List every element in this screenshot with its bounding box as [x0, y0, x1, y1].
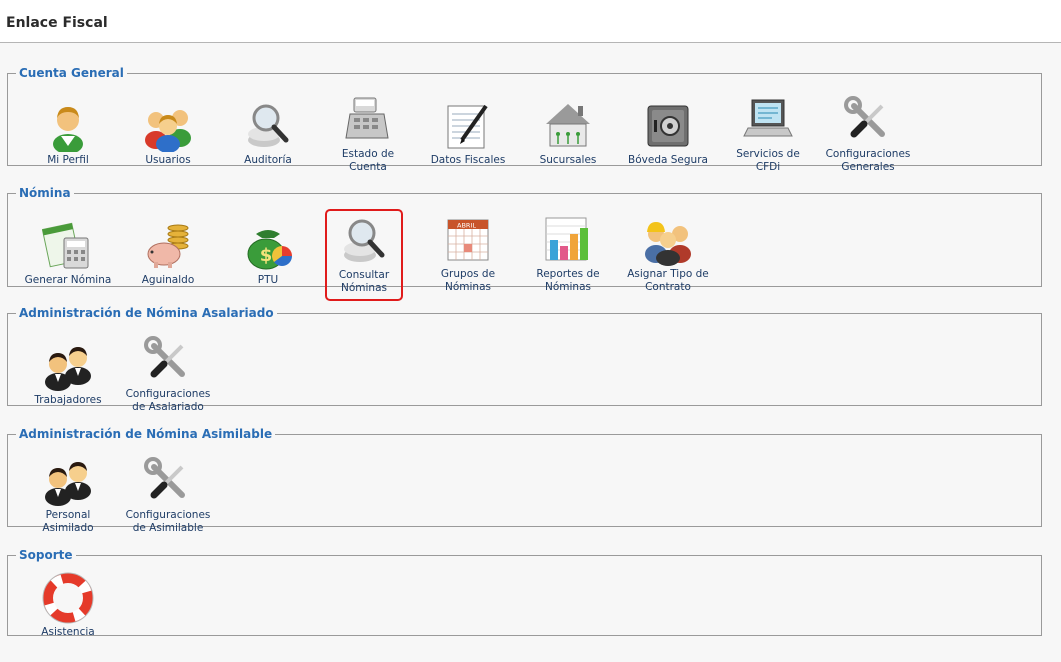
item-label: Grupos de Nóminas	[440, 268, 496, 293]
asistencia-button[interactable]: Asistencia	[23, 572, 113, 639]
item-label: Servicios de CFDi	[736, 148, 800, 173]
item-label: Asistencia	[41, 626, 95, 638]
configuraciones-de-asalariado-button[interactable]: Configuraciones de Asalariado	[123, 334, 213, 414]
calendar-month: ABRIL	[457, 222, 476, 230]
item-label: Datos Fiscales	[430, 154, 506, 166]
piggy-bank-icon	[147, 224, 189, 268]
magnifier-icon	[344, 219, 385, 262]
svg-text:$: $	[260, 245, 273, 266]
generar-nomina-button[interactable]: Generar Nómina	[23, 220, 113, 287]
lifebuoy-icon	[42, 572, 94, 624]
item-label: Usuarios	[145, 154, 191, 166]
datos-fiscales-button[interactable]: Datos Fiscales	[423, 100, 513, 167]
bar-chart-icon	[545, 217, 588, 261]
tools-icon	[144, 457, 185, 499]
calendar-icon: ABRIL	[447, 219, 489, 261]
item-label: Auditoría	[244, 154, 292, 166]
item-label: Mi Perfil	[47, 154, 89, 166]
section-nomina-asimilable: Administración de Nómina Asimilable Pers…	[7, 427, 1042, 534]
section-legend: Soporte	[19, 548, 73, 562]
auditoria-button[interactable]: Auditoría	[223, 100, 313, 167]
configuraciones-de-asimilable-button[interactable]: Configuraciones de Asimilable	[123, 455, 213, 535]
spreadsheet-calculator-icon	[42, 222, 89, 269]
tools-icon	[844, 96, 885, 138]
servicios-de-cfdi-button[interactable]: Servicios de CFDi	[723, 94, 813, 174]
section-legend: Administración de Nómina Asalariado	[19, 306, 274, 320]
user-icon	[53, 107, 83, 152]
page-header: Enlace Fiscal	[0, 0, 1061, 43]
item-label: Aguinaldo	[141, 274, 195, 286]
item-label: Generar Nómina	[24, 274, 112, 286]
section-cuenta-general: Cuenta General Mi Perfil Usuarios Audito…	[7, 66, 1042, 173]
item-label: Configuraciones de Asimilable	[125, 509, 211, 534]
aguinaldo-button[interactable]: Aguinaldo	[123, 220, 213, 287]
item-label: Configuraciones Generales	[825, 148, 911, 173]
page-title: Enlace Fiscal	[6, 15, 108, 31]
users-icon	[145, 110, 191, 152]
personal-asimilado-button[interactable]: Personal Asimilado	[23, 455, 113, 535]
laptop-icon	[743, 99, 793, 137]
document-pen-icon	[447, 104, 488, 149]
item-label: Trabajadores	[34, 394, 102, 406]
grupos-de-nominas-button[interactable]: ABRIL Grupos de Nóminas	[423, 214, 513, 294]
section-legend: Cuenta General	[19, 66, 124, 80]
workers-icon	[645, 222, 691, 266]
section-nomina-asalariado: Administración de Nómina Asalariado Trab…	[7, 306, 1042, 413]
ptu-button[interactable]: $ PTU	[223, 220, 313, 287]
asignar-tipo-de-contrato-button[interactable]: Asignar Tipo de Contrato	[623, 214, 713, 294]
people-icon	[45, 347, 91, 391]
tools-icon	[144, 336, 185, 378]
estado-de-cuenta-button[interactable]: Estado de Cuenta	[323, 94, 413, 174]
sucursales-button[interactable]: Sucursales	[523, 100, 613, 167]
consultar-nominas-button[interactable]: Consultar Nóminas	[325, 209, 403, 301]
section-legend: Nómina	[19, 186, 71, 200]
money-bag-icon: $	[247, 230, 292, 270]
boveda-segura-button[interactable]: Bóveda Segura	[623, 100, 713, 167]
reportes-de-nominas-button[interactable]: Reportes de Nóminas	[523, 214, 613, 294]
trabajadores-button[interactable]: Trabajadores	[23, 340, 113, 407]
usuarios-button[interactable]: Usuarios	[123, 100, 213, 167]
section-legend: Administración de Nómina Asimilable	[19, 427, 273, 441]
branches-icon	[546, 104, 590, 147]
item-label: Bóveda Segura	[628, 154, 708, 166]
item-label: Consultar Nóminas	[338, 269, 390, 294]
cash-register-icon	[345, 97, 389, 139]
section-nomina: Nómina Generar Nómina Aguinaldo $ PTU Co…	[7, 186, 1042, 301]
section-soporte: Soporte Asistencia	[7, 548, 1042, 639]
item-label: Sucursales	[539, 154, 597, 166]
item-label: Configuraciones de Asalariado	[125, 388, 211, 413]
item-label: Estado de Cuenta	[341, 148, 395, 173]
item-label: Asignar Tipo de Contrato	[627, 268, 709, 293]
people-icon	[45, 462, 91, 506]
magnifier-icon	[248, 104, 289, 147]
safe-icon	[647, 105, 689, 147]
configuraciones-generales-button[interactable]: Configuraciones Generales	[823, 94, 913, 174]
item-label: Reportes de Nóminas	[536, 268, 600, 293]
mi-perfil-button[interactable]: Mi Perfil	[23, 100, 113, 167]
item-label: Personal Asimilado	[42, 509, 94, 534]
item-label: PTU	[257, 274, 279, 286]
